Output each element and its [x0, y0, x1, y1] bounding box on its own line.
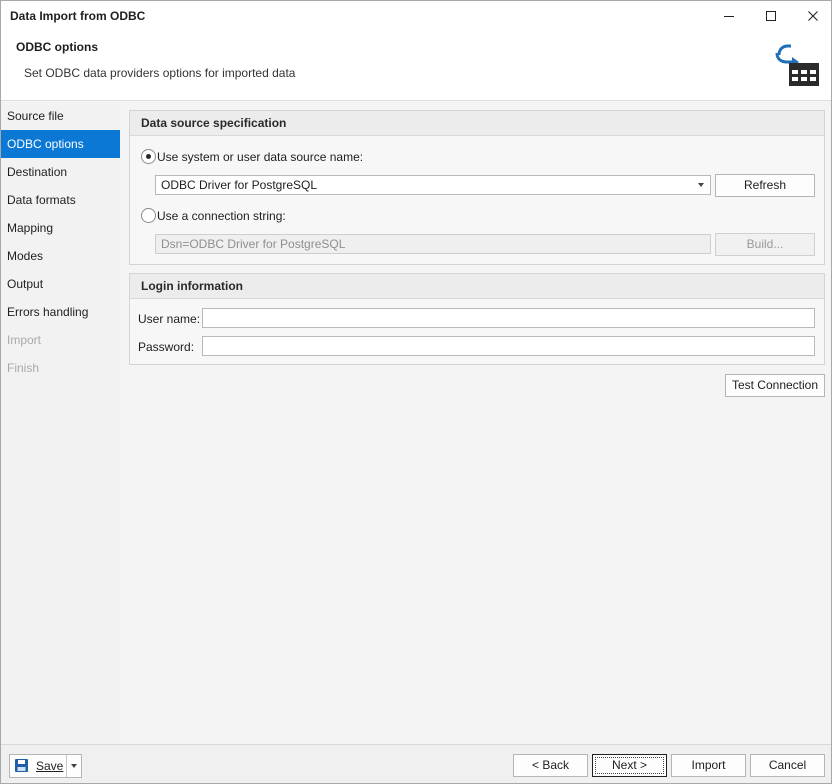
sidebar-item-finish: Finish	[7, 361, 40, 375]
sidebar-item-odbc-options[interactable]: ODBC options	[1, 130, 120, 158]
login-group: Login information User name: Password:	[129, 273, 825, 365]
dsn-radio-label[interactable]: Use system or user data source name:	[157, 150, 363, 164]
sidebar-item-source-file[interactable]: Source file	[1, 102, 120, 130]
sidebar-item-output[interactable]: Output	[1, 270, 120, 298]
close-icon	[808, 11, 818, 21]
import-button[interactable]: Import	[671, 754, 746, 777]
cancel-label: Cancel	[768, 758, 807, 772]
import-label: Import	[691, 758, 726, 772]
maximize-button[interactable]	[750, 1, 792, 31]
dsn-select-value: ODBC Driver for PostgreSQL	[161, 178, 318, 192]
title-bar: Data Import from ODBC	[1, 1, 831, 31]
sidebar-item-mapping[interactable]: Mapping	[1, 214, 120, 242]
sidebar-item-destination[interactable]: Destination	[1, 158, 120, 186]
chevron-down-icon	[71, 764, 77, 768]
sidebar-item-errors-handling[interactable]: Errors handling	[1, 298, 120, 326]
user-name-label: User name:	[138, 312, 201, 326]
dsn-radio[interactable]	[141, 149, 156, 164]
page-header: ODBC options Set ODBC data providers opt…	[1, 31, 831, 101]
password-field[interactable]	[202, 336, 815, 356]
sidebar-item-modes[interactable]: Modes	[1, 242, 120, 270]
floppy-disk-icon	[15, 759, 28, 772]
sidebar-item-data-formats[interactable]: Data formats	[1, 186, 120, 214]
connection-string-field: Dsn=ODBC Driver for PostgreSQL	[155, 234, 711, 254]
close-button[interactable]	[792, 1, 832, 31]
next-button[interactable]: Next >	[592, 754, 667, 777]
import-table-icon	[775, 44, 819, 86]
save-button[interactable]: Save	[10, 755, 66, 777]
chevron-down-icon	[698, 183, 704, 187]
login-heading: Login information	[130, 274, 824, 299]
user-name-field[interactable]	[202, 308, 815, 328]
minimize-icon	[724, 16, 734, 17]
refresh-button[interactable]: Refresh	[715, 174, 815, 197]
test-connection-button[interactable]: Test Connection	[725, 374, 825, 397]
focus-rect	[595, 757, 664, 774]
build-button: Build...	[715, 233, 815, 256]
minimize-button[interactable]	[708, 1, 750, 31]
page-title: ODBC options	[16, 40, 98, 54]
save-label: Save	[36, 759, 64, 773]
wizard-footer: Save < Back Next > Import Cancel	[1, 744, 831, 783]
dsn-select[interactable]: ODBC Driver for PostgreSQL	[155, 175, 711, 195]
wizard-sidebar: Source file ODBC options Destination Dat…	[1, 102, 121, 744]
connection-string-radio[interactable]	[141, 208, 156, 223]
maximize-icon	[766, 11, 776, 21]
save-options-dropdown[interactable]	[67, 755, 81, 777]
window-title: Data Import from ODBC	[10, 9, 146, 23]
save-split-button: Save	[9, 754, 82, 778]
back-button[interactable]: < Back	[513, 754, 588, 777]
data-source-heading: Data source specification	[130, 111, 824, 136]
options-panel: Data source specification Use system or …	[121, 102, 831, 744]
connection-string-radio-label[interactable]: Use a connection string:	[157, 209, 286, 223]
password-label: Password:	[138, 340, 195, 354]
cancel-button[interactable]: Cancel	[750, 754, 825, 777]
sidebar-item-import: Import	[7, 333, 42, 347]
page-description: Set ODBC data providers options for impo…	[24, 66, 296, 80]
data-source-group: Data source specification Use system or …	[129, 110, 825, 265]
back-label: < Back	[531, 758, 570, 772]
import-dialog: Data Import from ODBC ODBC options Set O…	[0, 0, 832, 784]
